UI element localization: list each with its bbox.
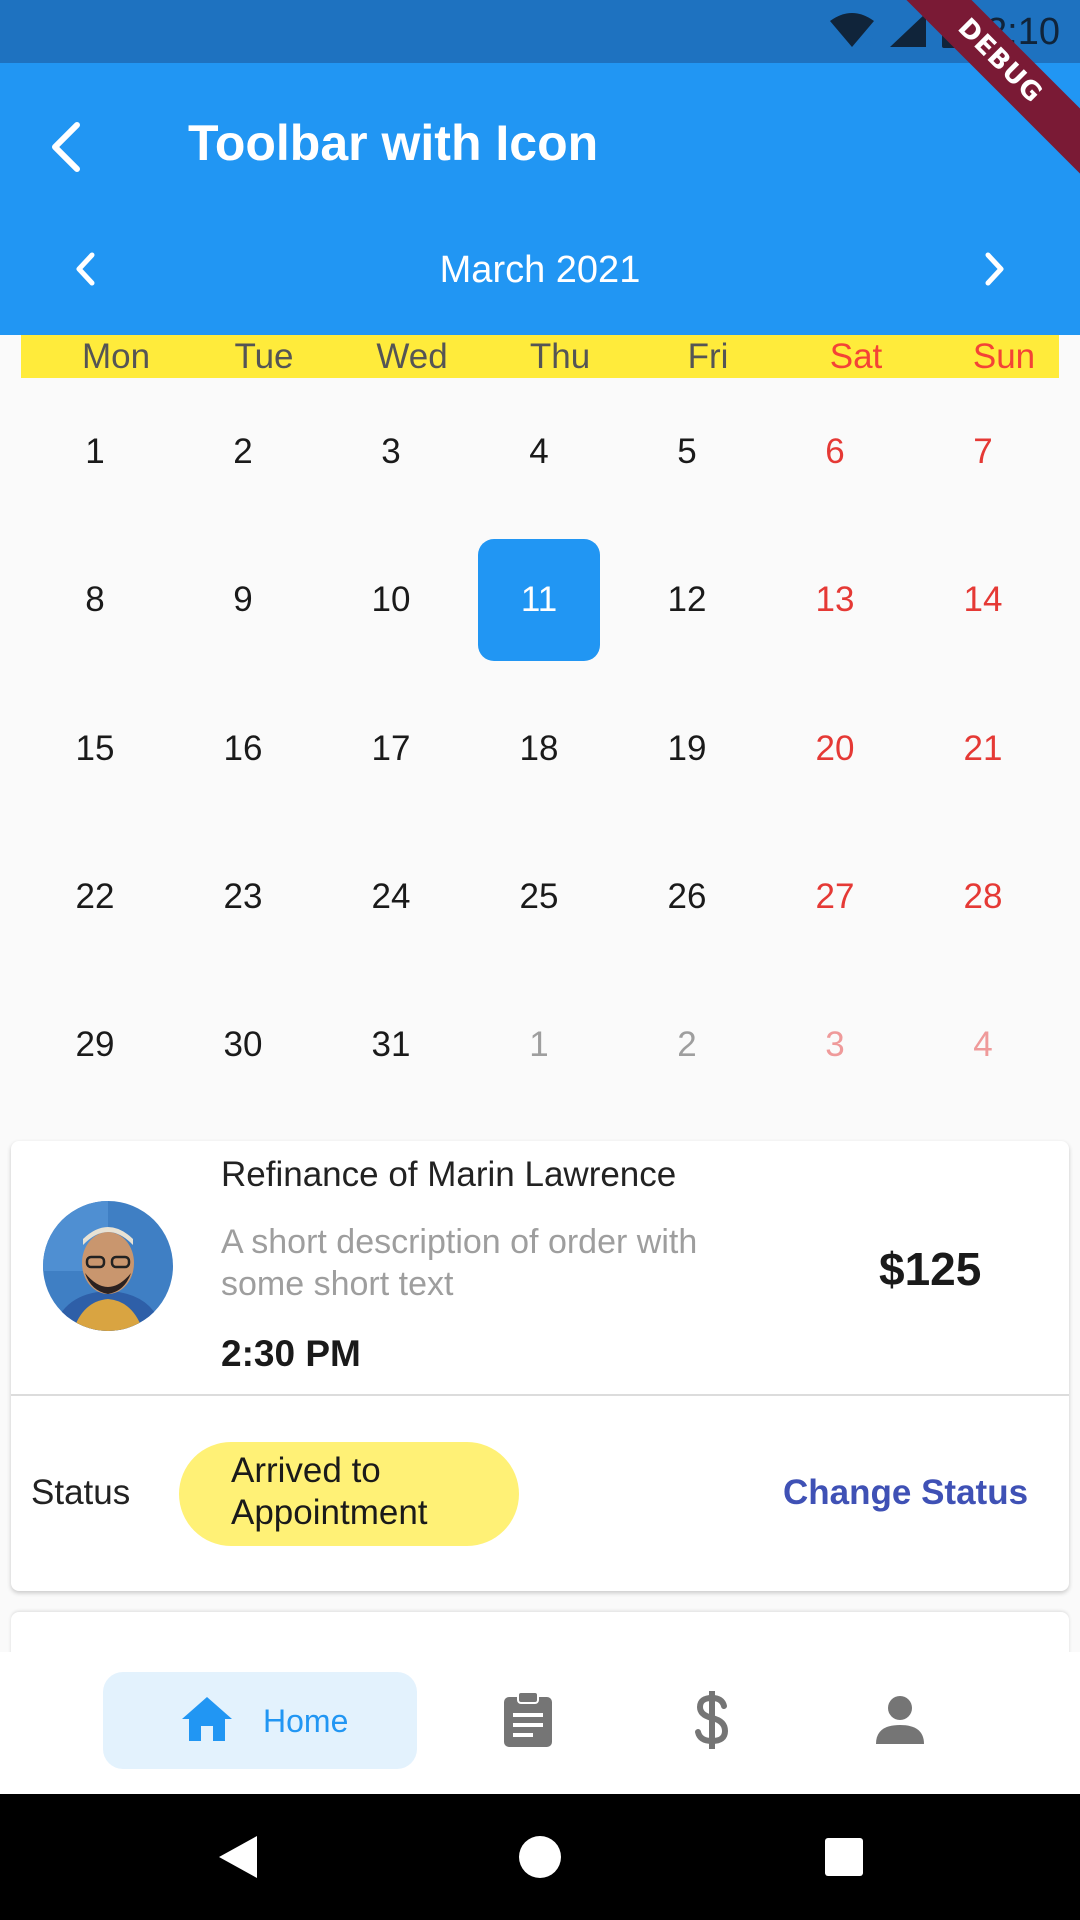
calendar-day[interactable]: 6: [774, 391, 896, 513]
person-icon: [876, 1696, 924, 1744]
order-card[interactable]: Refinance of Marin Lawrence A short desc…: [11, 1141, 1069, 1591]
calendar-day[interactable]: 9: [182, 539, 304, 661]
weekday-label: Mon: [81, 337, 151, 376]
order-price: $125: [879, 1243, 982, 1295]
calendar-day[interactable]: 2: [182, 391, 304, 513]
weekday-header: Mon Tue Wed Thu Fri Sat Sun: [21, 335, 1059, 378]
calendar-day[interactable]: 7: [922, 391, 1044, 513]
toolbar-title: Toolbar with Icon: [188, 115, 599, 171]
home-icon: [179, 1694, 235, 1749]
calendar-day[interactable]: 10: [330, 539, 452, 661]
nav-home[interactable]: Home: [103, 1672, 417, 1769]
order-title: Refinance of Marin Lawrence: [221, 1155, 677, 1194]
system-recents-button[interactable]: [814, 1827, 874, 1887]
calendar-day[interactable]: 15: [34, 688, 156, 810]
calendar-day[interactable]: 25: [478, 836, 600, 958]
system-navigation-bar: [0, 1794, 1080, 1920]
card-divider: [11, 1394, 1069, 1396]
nav-orders[interactable]: [498, 1690, 558, 1750]
calendar-day-selected[interactable]: 11: [478, 539, 600, 661]
avatar: [43, 1201, 173, 1331]
calendar-day[interactable]: 18: [478, 688, 600, 810]
calendar-day[interactable]: 21: [922, 688, 1044, 810]
status-badge: Arrived to Appointment: [179, 1442, 519, 1546]
calendar-day[interactable]: 1: [34, 391, 156, 513]
weekday-label: Wed: [376, 337, 448, 376]
signal-icon: [888, 11, 928, 54]
system-home-button[interactable]: [510, 1827, 570, 1887]
calendar-day[interactable]: 12: [626, 539, 748, 661]
recents-square-icon: [825, 1838, 863, 1876]
weekday-label: Thu: [529, 337, 591, 376]
weekday-label: Sun: [972, 337, 1036, 376]
weekday-label: Tue: [234, 337, 294, 376]
clipboard-icon: [504, 1691, 552, 1747]
calendar-day[interactable]: 20: [774, 688, 896, 810]
calendar-day[interactable]: 24: [330, 836, 452, 958]
dollar-icon: [695, 1691, 729, 1749]
status-label: Status: [31, 1473, 131, 1512]
calendar-day[interactable]: 31: [330, 984, 452, 1106]
calendar-day[interactable]: 27: [774, 836, 896, 958]
calendar-day[interactable]: 17: [330, 688, 452, 810]
weekday-label: Fri: [687, 337, 729, 376]
calendar-day[interactable]: 8: [34, 539, 156, 661]
calendar-day[interactable]: 4: [478, 391, 600, 513]
next-month-button[interactable]: [970, 239, 1020, 299]
nav-payments[interactable]: [682, 1690, 742, 1750]
bottom-navigation: Home: [0, 1652, 1080, 1794]
calendar-day[interactable]: 19: [626, 688, 748, 810]
order-description: A short description of order with some s…: [221, 1223, 698, 1303]
calendar-day[interactable]: 3: [330, 391, 452, 513]
order-time: 2:30 PM: [221, 1333, 361, 1374]
calendar-day[interactable]: 22: [34, 836, 156, 958]
calendar-day-next-month[interactable]: 2: [626, 984, 748, 1106]
calendar-day-next-month[interactable]: 1: [478, 984, 600, 1106]
calendar-day-next-month[interactable]: 4: [922, 984, 1044, 1106]
system-back-button[interactable]: [208, 1827, 268, 1887]
nav-profile[interactable]: [870, 1690, 930, 1750]
wifi-icon: [828, 11, 876, 54]
nav-home-label: Home: [263, 1703, 349, 1739]
home-circle-icon: [519, 1836, 561, 1878]
back-arrow-icon: [52, 122, 80, 172]
calendar-day-next-month[interactable]: 3: [774, 984, 896, 1106]
back-triangle-icon: [219, 1836, 257, 1878]
calendar-day[interactable]: 5: [626, 391, 748, 513]
calendar-day[interactable]: 28: [922, 836, 1044, 958]
toolbar: Toolbar with Icon March 2021: [0, 63, 1080, 335]
calendar-day[interactable]: 16: [182, 688, 304, 810]
calendar-day[interactable]: 13: [774, 539, 896, 661]
calendar-day[interactable]: 23: [182, 836, 304, 958]
calendar-day[interactable]: 30: [182, 984, 304, 1106]
calendar-day[interactable]: 26: [626, 836, 748, 958]
calendar-day[interactable]: 29: [34, 984, 156, 1106]
back-button[interactable]: [36, 107, 96, 187]
month-label: March 2021: [439, 249, 641, 291]
calendar-day[interactable]: 14: [922, 539, 1044, 661]
change-status-button[interactable]: Change Status: [783, 1471, 1028, 1515]
chevron-right-icon: [985, 252, 1004, 286]
weekday-label: Sat: [829, 337, 883, 376]
